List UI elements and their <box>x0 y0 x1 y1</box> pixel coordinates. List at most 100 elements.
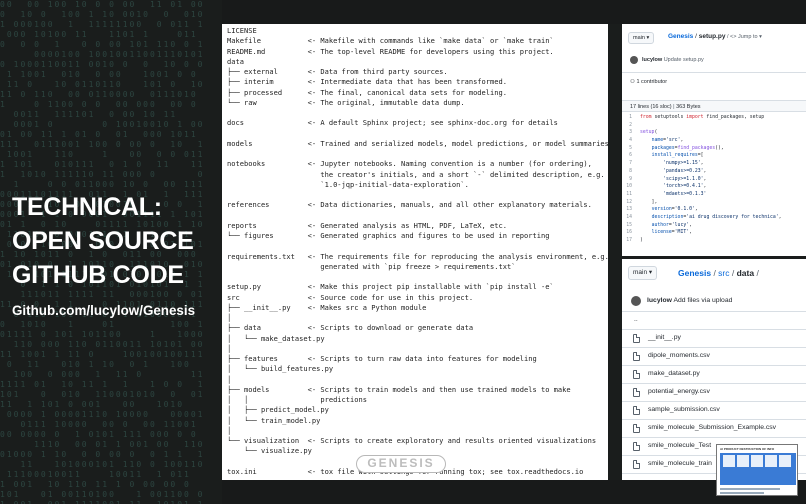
thumbnail-card <box>737 455 749 467</box>
code-line: 9 'scipy>=1.1.0', <box>622 176 806 184</box>
line-number[interactable]: 6 <box>622 152 640 160</box>
line-number[interactable]: 3 <box>622 129 640 137</box>
line-number[interactable]: 7 <box>622 160 640 168</box>
line-number[interactable]: 4 <box>622 137 640 145</box>
avatar <box>630 56 638 64</box>
divider <box>622 72 806 73</box>
contributors[interactable]: ⚇ 1 contributor <box>630 79 667 85</box>
tree-line: └── raw <- The original, immutable data … <box>227 97 465 107</box>
tree-line: ├── external <- Data from third party so… <box>227 67 448 76</box>
panel-divider <box>608 24 622 480</box>
code-line: 10 'torch>=0.4.1', <box>622 183 806 191</box>
file-icon <box>633 334 640 343</box>
tree-line <box>227 149 608 159</box>
file-row[interactable]: smile_molecule_Submission_Example.csv <box>622 420 806 438</box>
code-text: 'torch>=0.4.1', <box>663 184 707 190</box>
code-line: 1 from setuptools import find_packages, s… <box>622 114 806 122</box>
tree-line: │ <box>227 343 232 353</box>
file-name-link[interactable]: smile_molecule_train <box>648 460 712 467</box>
code-text: 'numpy>=1.15', <box>663 161 704 167</box>
tree-line: │ └── train_model.py <box>227 415 321 425</box>
line-number[interactable]: 5 <box>622 145 640 153</box>
file-row[interactable]: potential_energy.csv <box>622 384 806 402</box>
tree-line: `1.0-jqp-initial-data-exploration`. <box>227 179 469 189</box>
tree-line: └── visualization <- Scripts to create e… <box>227 436 597 445</box>
code-line: 16 license='MIT', <box>622 229 806 237</box>
file-name-link[interactable]: sample_submission.csv <box>648 406 720 413</box>
tree-line: │ <box>227 425 232 435</box>
commit-author[interactable]: lucylow <box>642 57 662 63</box>
tree-line: generated with `pip freeze > requirement… <box>227 261 516 271</box>
line-number[interactable]: 11 <box>622 191 640 199</box>
line-number[interactable]: 9 <box>622 176 640 184</box>
file-name-link[interactable]: __init__.py <box>648 334 681 341</box>
file-row[interactable]: sample_submission.csv <box>622 402 806 420</box>
tree-line: ├── processed <- The final, canonical da… <box>227 87 508 97</box>
tree-line: │ <box>227 313 232 322</box>
code-line: 8 'pandas>=0.23', <box>622 168 806 176</box>
parent-dir-link[interactable]: .. <box>634 316 638 323</box>
line-number[interactable]: 16 <box>622 229 640 237</box>
tree-line: requirements.txt <- The requirements fil… <box>227 251 608 261</box>
code-line: 11 'mdaets>=0.1.3' <box>622 191 806 199</box>
file-name: setup.py <box>698 33 726 40</box>
line-number[interactable]: 8 <box>622 168 640 176</box>
file-name-link[interactable]: potential_energy.csv <box>648 388 710 395</box>
code-text: setup( <box>640 130 658 136</box>
title-line-1: TECHNICAL: <box>12 193 162 221</box>
branch-selector[interactable]: main ▾ <box>628 266 658 280</box>
directory-tree: LICENSE Makefile <- Makefile with command… <box>222 24 608 477</box>
line-number[interactable]: 15 <box>622 222 640 230</box>
dir-name: data <box>736 268 755 278</box>
tree-line: ├── models <- Scripts to train models an… <box>227 384 571 394</box>
code-text: name='src', <box>651 138 684 144</box>
tree-line: │ ├── predict_model.py <box>227 405 329 415</box>
tree-line: └── figures <- Generated graphics and fi… <box>227 231 550 240</box>
tree-line: the creator's initials, and a short `-` … <box>227 169 605 179</box>
file-row[interactable]: dipole_moments.csv <box>622 348 806 366</box>
line-number[interactable]: 10 <box>622 183 640 191</box>
line-number[interactable]: 13 <box>622 206 640 214</box>
file-icon <box>633 442 640 451</box>
repo-link[interactable]: Genesis <box>668 33 693 40</box>
code-line: 6 install_requires=[ <box>622 152 806 160</box>
tree-line: │ └── build_features.py <box>227 364 334 374</box>
tree-line: │ │ predictions <box>227 395 368 404</box>
tree-line: ├── data <- Scripts to download or gener… <box>227 323 474 333</box>
file-name-link[interactable]: smile_molecule_Submission_Example.csv <box>648 424 776 431</box>
thumbnail-card <box>779 455 791 467</box>
left-title-panel: 00 00 100 10 0 0 00 11 01 00 0 10 0 100 … <box>0 0 222 504</box>
tree-line: README.md <- The top-level README for de… <box>227 46 554 56</box>
file-name-link[interactable]: smile_molecule_Test <box>648 442 711 449</box>
code-line: 14 description='ai drug discovery for te… <box>622 214 806 222</box>
line-number[interactable]: 14 <box>622 214 640 222</box>
tree-line <box>227 211 608 221</box>
file-row[interactable]: __init__.py <box>622 330 806 348</box>
thumbnail-text <box>720 492 764 494</box>
github-link[interactable]: Github.com/lucylow/Genesis <box>12 303 195 318</box>
branch-selector[interactable]: main ▾ <box>628 32 655 44</box>
file-name-link[interactable]: dipole_moments.csv <box>648 352 710 359</box>
crumb-separator: / <box>729 268 737 278</box>
latest-commit: lucylow Add files via upload <box>622 290 806 312</box>
slide-thumbnail[interactable]: AI PRODUCT DESTRUCTION OF INFO <box>716 444 798 496</box>
line-number[interactable]: 1 <box>622 114 640 122</box>
file-row[interactable]: make_dataset.py <box>622 366 806 384</box>
line-number[interactable]: 17 <box>622 237 640 245</box>
commit-message[interactable]: Update setup.py <box>664 57 704 63</box>
github-file-view: main ▾ Genesis / setup.py / <> Jump to ▾… <box>622 24 806 254</box>
code-text: license='MIT', <box>651 230 693 236</box>
line-number[interactable]: 12 <box>622 199 640 207</box>
code-text: description='ai drug discovery for techn… <box>651 214 782 220</box>
repo-link[interactable]: Genesis <box>678 268 711 278</box>
tree-line: ├── interim <- Intermediate data that ha… <box>227 77 508 87</box>
jump-to-button[interactable]: / <> Jump to ▾ <box>725 34 762 40</box>
project-structure-panel: LICENSE Makefile <- Makefile with command… <box>222 24 608 480</box>
commit-message[interactable]: Add files via upload <box>673 297 732 304</box>
parent-dir-row[interactable]: .. <box>622 312 806 330</box>
commit-author[interactable]: lucylow <box>647 297 672 304</box>
file-name-link[interactable]: make_dataset.py <box>648 370 700 377</box>
dir-link-src[interactable]: src <box>718 268 729 278</box>
commit-info: lucylow Add files via upload <box>647 297 732 304</box>
line-number[interactable]: 2 <box>622 122 640 130</box>
